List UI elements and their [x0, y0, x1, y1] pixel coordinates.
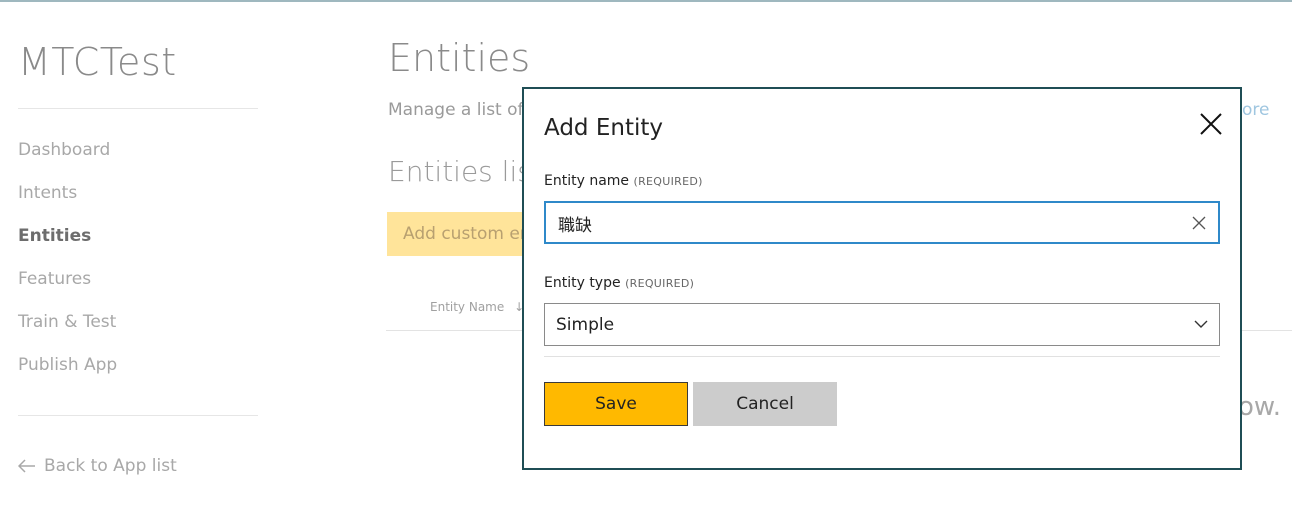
entity-type-label-text: Entity type	[544, 275, 621, 291]
entity-type-label: Entity type (REQUIRED)	[544, 275, 694, 291]
column-header-entity-name[interactable]: Entity Name ↓	[430, 300, 524, 314]
empty-list-message: ow.	[1238, 392, 1282, 422]
entity-name-field[interactable]	[544, 201, 1220, 244]
column-header-label: Entity Name	[430, 300, 505, 314]
clear-icon	[1192, 216, 1206, 230]
entity-name-label-text: Entity name	[544, 173, 630, 189]
clear-input-button[interactable]	[1192, 215, 1206, 230]
sidebar-item-intents[interactable]: Intents	[18, 183, 77, 203]
cancel-button[interactable]: Cancel	[693, 382, 837, 426]
entity-type-selected-value: Simple	[556, 315, 615, 335]
sidebar-item-entities[interactable]: Entities	[18, 226, 91, 246]
app-title: MTCTest	[18, 40, 177, 84]
sidebar-item-features[interactable]: Features	[18, 269, 91, 289]
entity-type-required-tag: (REQUIRED)	[625, 277, 695, 290]
back-to-app-list-link[interactable]: Back to App list	[18, 456, 177, 476]
entity-name-input[interactable]	[556, 203, 1160, 244]
dialog-title: Add Entity	[544, 115, 663, 141]
chevron-down-icon	[1194, 320, 1208, 328]
learn-more-link[interactable]: ore	[1242, 100, 1269, 120]
save-button[interactable]: Save	[544, 382, 688, 426]
top-border	[0, 0, 1292, 2]
sidebar-divider-top	[18, 108, 258, 109]
entity-type-dropdown[interactable]: Simple	[544, 303, 1220, 346]
entity-name-required-tag: (REQUIRED)	[633, 175, 703, 188]
page-title: Entities	[388, 36, 531, 80]
arrow-left-icon	[18, 459, 35, 473]
sidebar-divider-bottom	[18, 415, 258, 416]
page-description: Manage a list of e	[388, 100, 540, 120]
add-entity-dialog: Add Entity Entity name (REQUIRED) Entity…	[522, 87, 1242, 470]
dialog-divider	[544, 356, 1220, 357]
close-dialog-button[interactable]	[1198, 111, 1224, 137]
entity-name-label: Entity name (REQUIRED)	[544, 173, 703, 189]
entities-list-title: Entities list	[388, 155, 543, 188]
sidebar-item-train-test[interactable]: Train & Test	[18, 312, 116, 332]
sidebar-item-publish-app[interactable]: Publish App	[18, 355, 117, 375]
sidebar-item-dashboard[interactable]: Dashboard	[18, 140, 110, 160]
close-icon	[1200, 113, 1222, 135]
back-link-label: Back to App list	[44, 456, 177, 476]
